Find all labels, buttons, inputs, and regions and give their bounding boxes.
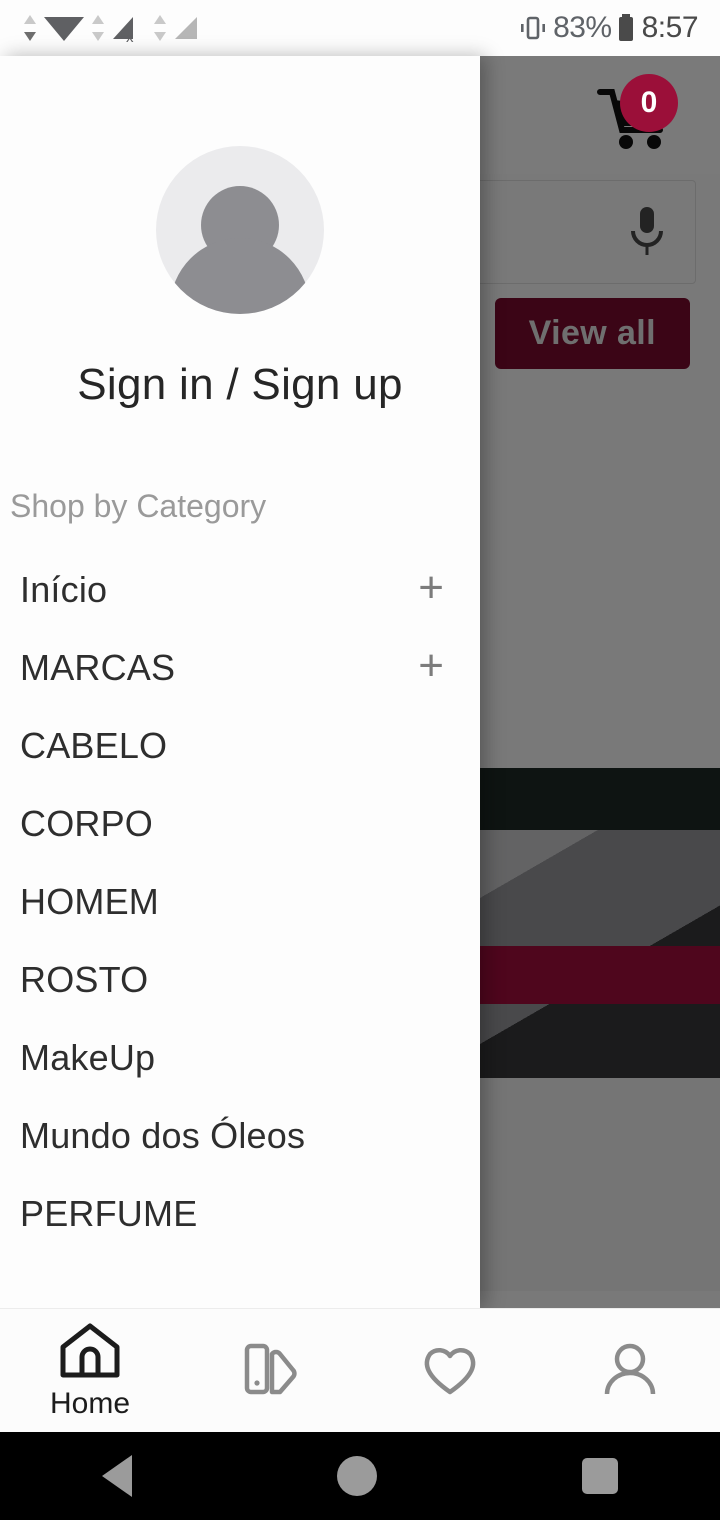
drawer-item-label: PERFUME — [20, 1193, 198, 1234]
circle-home-icon[interactable] — [336, 1456, 377, 1496]
drawer-item-rosto[interactable]: ROSTO — [0, 941, 480, 1019]
drawer-item-inicio[interactable]: Início + — [0, 551, 480, 629]
tab-home[interactable]: Home — [0, 1321, 180, 1421]
drawer-item-label: Mundo dos Óleos — [20, 1115, 306, 1156]
mobile-data-arrows-2-icon — [154, 15, 166, 41]
shop-by-category-label: Shop by Category — [10, 488, 267, 524]
battery-icon — [618, 14, 633, 41]
account-icon — [604, 1343, 656, 1394]
plus-icon[interactable]: + — [418, 644, 444, 688]
android-navigation-bar — [0, 1432, 720, 1520]
drawer-item-label: HOMEM — [20, 881, 159, 922]
drawer-item-label: CORPO — [20, 803, 154, 844]
square-recents-icon[interactable] — [581, 1458, 618, 1494]
drawer-item-corpo[interactable]: CORPO — [0, 785, 480, 863]
drawer-item-label: Início — [20, 569, 108, 610]
plus-icon[interactable]: + — [418, 566, 444, 610]
phone-screen: x 83% 8:57 OS — [0, 0, 720, 1520]
drawer-item-label: MakeUp — [20, 1037, 156, 1078]
wifi-updown-arrows-icon — [24, 15, 36, 41]
status-bar-right-icons: 83% 8:57 — [516, 11, 699, 45]
status-bar: x 83% 8:57 — [0, 0, 720, 56]
drawer-item-label: CABELO — [20, 725, 168, 766]
drawer-header: Sign in / Sign up — [0, 56, 480, 410]
triangle-back-icon[interactable] — [102, 1455, 133, 1497]
vibrate-icon — [521, 16, 546, 40]
drawer-item-label: MARCAS — [20, 647, 176, 688]
svg-text:x: x — [126, 29, 134, 45]
default-avatar-icon[interactable] — [156, 146, 324, 314]
avatar-body-shape — [170, 238, 310, 314]
cellular-no-sim-icon: x — [113, 17, 134, 45]
drawer-item-cabelo[interactable]: CABELO — [0, 707, 480, 785]
wifi-icon — [44, 17, 84, 41]
drawer-item-marcas[interactable]: MARCAS + — [0, 629, 480, 707]
cart-count-badge: 0 — [620, 74, 678, 132]
drawer-item-label: ROSTO — [20, 959, 149, 1000]
drawer-menu-list: Início + MARCAS + CABELO CORPO HOMEM ROS… — [0, 551, 480, 1253]
clock-time: 8:57 — [641, 11, 699, 44]
navigation-drawer: Sign in / Sign up Shop by Category Iníci… — [0, 56, 480, 1308]
drawer-item-mundo-dos-oleos[interactable]: Mundo dos Óleos — [0, 1097, 480, 1175]
tab-home-label: Home — [49, 1386, 131, 1420]
heart-icon — [424, 1347, 476, 1394]
home-icon — [60, 1323, 120, 1377]
tab-categories[interactable] — [180, 1338, 360, 1404]
status-bar-left-icons: x — [22, 11, 213, 45]
sign-in-sign-up-button[interactable]: Sign in / Sign up — [77, 360, 403, 410]
battery-percent: 83% — [553, 11, 612, 44]
tab-wishlist[interactable] — [360, 1340, 540, 1402]
mobile-data-arrows-icon — [92, 15, 104, 41]
tab-account[interactable] — [540, 1338, 720, 1404]
drawer-item-perfume[interactable]: PERFUME — [0, 1175, 480, 1253]
categories-icon — [244, 1343, 297, 1394]
bottom-tab-bar: Home — [0, 1308, 720, 1432]
drawer-item-makeup[interactable]: MakeUp — [0, 1019, 480, 1097]
cellular-signal-icon — [175, 17, 197, 39]
drawer-item-homem[interactable]: HOMEM — [0, 863, 480, 941]
